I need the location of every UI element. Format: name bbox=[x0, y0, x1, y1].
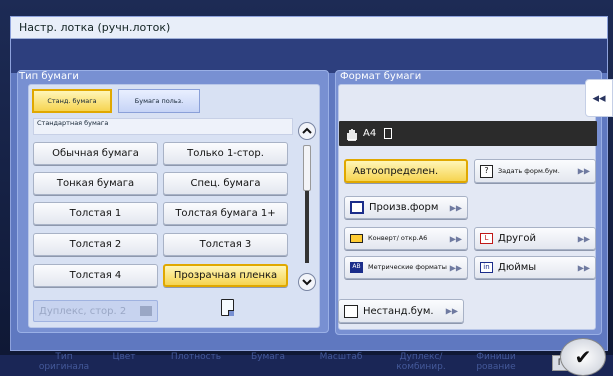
custom-size-label: Задать форм.бум. bbox=[498, 166, 560, 175]
option-transparency[interactable]: Прозрачная пленка bbox=[163, 264, 288, 287]
arrow-right-icon: ▶▶ bbox=[449, 263, 462, 272]
option-single-side-only[interactable]: Только 1-стор. bbox=[163, 142, 288, 165]
metric-sizes-button[interactable]: AB Метрические форматы ▶▶ bbox=[344, 256, 468, 279]
option-thick-1-plus[interactable]: Толстая бумага 1+ bbox=[163, 202, 288, 225]
envelope-label: Конверт/ откр.А6 bbox=[368, 234, 428, 242]
other-size-icon: L bbox=[480, 233, 493, 244]
screen: Настр. лотка (ручн.лоток) Тип бумаги Ста… bbox=[0, 0, 613, 376]
option-thick-2[interactable]: Толстая 2 bbox=[33, 233, 158, 256]
inch-icon: in bbox=[480, 262, 493, 273]
option-thick-4[interactable]: Толстая 4 bbox=[33, 264, 158, 287]
hand-icon bbox=[347, 128, 357, 141]
paper-size-title: Формат бумаги bbox=[340, 71, 422, 82]
other-size-label: Другой bbox=[498, 233, 536, 244]
arrow-right-icon: ▶▶ bbox=[577, 166, 590, 176]
bottom-item-zoom: Масштаб bbox=[319, 352, 363, 362]
collapse-panel-button[interactable]: ◂◂ bbox=[585, 79, 613, 117]
standard-paper-header: Стандартная бумага bbox=[33, 118, 293, 135]
bottom-item-original-type: Тип оригинала bbox=[38, 352, 90, 372]
arrow-right-icon: ▶▶ bbox=[449, 203, 462, 212]
option-special-paper[interactable]: Спец. бумага bbox=[163, 172, 288, 195]
paper-sheet-icon bbox=[384, 128, 393, 139]
option-thick-3[interactable]: Толстая 3 bbox=[163, 233, 288, 256]
arrow-right-icon: ▶▶ bbox=[577, 234, 590, 243]
scroll-down-button[interactable] bbox=[298, 273, 316, 291]
nonstandard-label: Нестанд.бум. bbox=[363, 305, 434, 317]
nonstandard-icon bbox=[344, 304, 358, 318]
ok-button[interactable]: ✔ bbox=[560, 338, 606, 376]
tab-standard-paper[interactable]: Станд. бумага bbox=[32, 89, 112, 113]
checkmark-icon: ✔ bbox=[574, 345, 592, 369]
chevron-up-icon bbox=[302, 127, 312, 134]
nonstandard-paper-button[interactable]: Нестанд.бум. ▶▶ bbox=[338, 299, 464, 323]
bottom-item-duplex: Дуплекс/ комбинир. bbox=[396, 352, 446, 372]
chevron-down-icon bbox=[302, 279, 312, 286]
paper-type-title: Тип бумаги bbox=[19, 71, 79, 82]
bottom-item-paper: Бумага bbox=[250, 352, 286, 362]
photo-size-icon bbox=[350, 201, 364, 214]
dialog-title: Настр. лотка (ручн.лоток) bbox=[11, 17, 607, 39]
metric-icon: AB bbox=[350, 262, 363, 273]
arrow-right-icon: ▶▶ bbox=[577, 263, 590, 272]
auto-detect-label: Автоопределен. bbox=[353, 165, 439, 177]
option-thin-paper[interactable]: Тонкая бумага bbox=[33, 172, 158, 195]
other-size-button[interactable]: L Другой ▶▶ bbox=[474, 227, 596, 250]
scroll-up-button[interactable] bbox=[298, 122, 316, 140]
double-chevron-left-icon: ◂◂ bbox=[592, 90, 606, 106]
bottom-item-color: Цвет bbox=[112, 352, 136, 362]
inch-sizes-label: Дюймы bbox=[498, 262, 537, 273]
duplex-label: Дуплекс, стор. 2 bbox=[39, 305, 127, 317]
checkbox-icon bbox=[140, 306, 152, 316]
bottom-item-finishing: Финиши рование bbox=[476, 352, 516, 372]
arrow-right-icon: ▶▶ bbox=[445, 306, 458, 316]
document-icon bbox=[221, 299, 234, 316]
scrollbar-thumb[interactable] bbox=[303, 145, 311, 191]
arrow-right-icon: ▶▶ bbox=[449, 234, 462, 243]
photo-size-label: Произв.форм bbox=[369, 202, 439, 213]
option-thick-1[interactable]: Толстая 1 bbox=[33, 202, 158, 225]
manual-tray-status: A4 bbox=[339, 121, 597, 146]
photo-size-button[interactable]: Произв.форм ▶▶ bbox=[344, 196, 468, 219]
envelope-icon bbox=[350, 234, 363, 243]
option-plain-paper[interactable]: Обычная бумага bbox=[33, 142, 158, 165]
status-size: A4 bbox=[363, 128, 377, 139]
bottom-item-density: Плотность bbox=[170, 352, 222, 362]
envelope-button[interactable]: Конверт/ откр.А6 ▶▶ bbox=[344, 227, 468, 250]
duplex-side2-option[interactable]: Дуплекс, стор. 2 bbox=[33, 300, 158, 322]
auto-detect-button[interactable]: Автоопределен. bbox=[344, 159, 468, 183]
tab-custom-paper[interactable]: Бумага польз. bbox=[118, 89, 200, 113]
inch-sizes-button[interactable]: in Дюймы ▶▶ bbox=[474, 256, 596, 279]
custom-size-icon: ? bbox=[480, 164, 493, 178]
custom-size-button[interactable]: ? Задать форм.бум. ▶▶ bbox=[474, 159, 596, 183]
title-band bbox=[11, 39, 607, 73]
metric-sizes-label: Метрические форматы bbox=[368, 263, 447, 271]
